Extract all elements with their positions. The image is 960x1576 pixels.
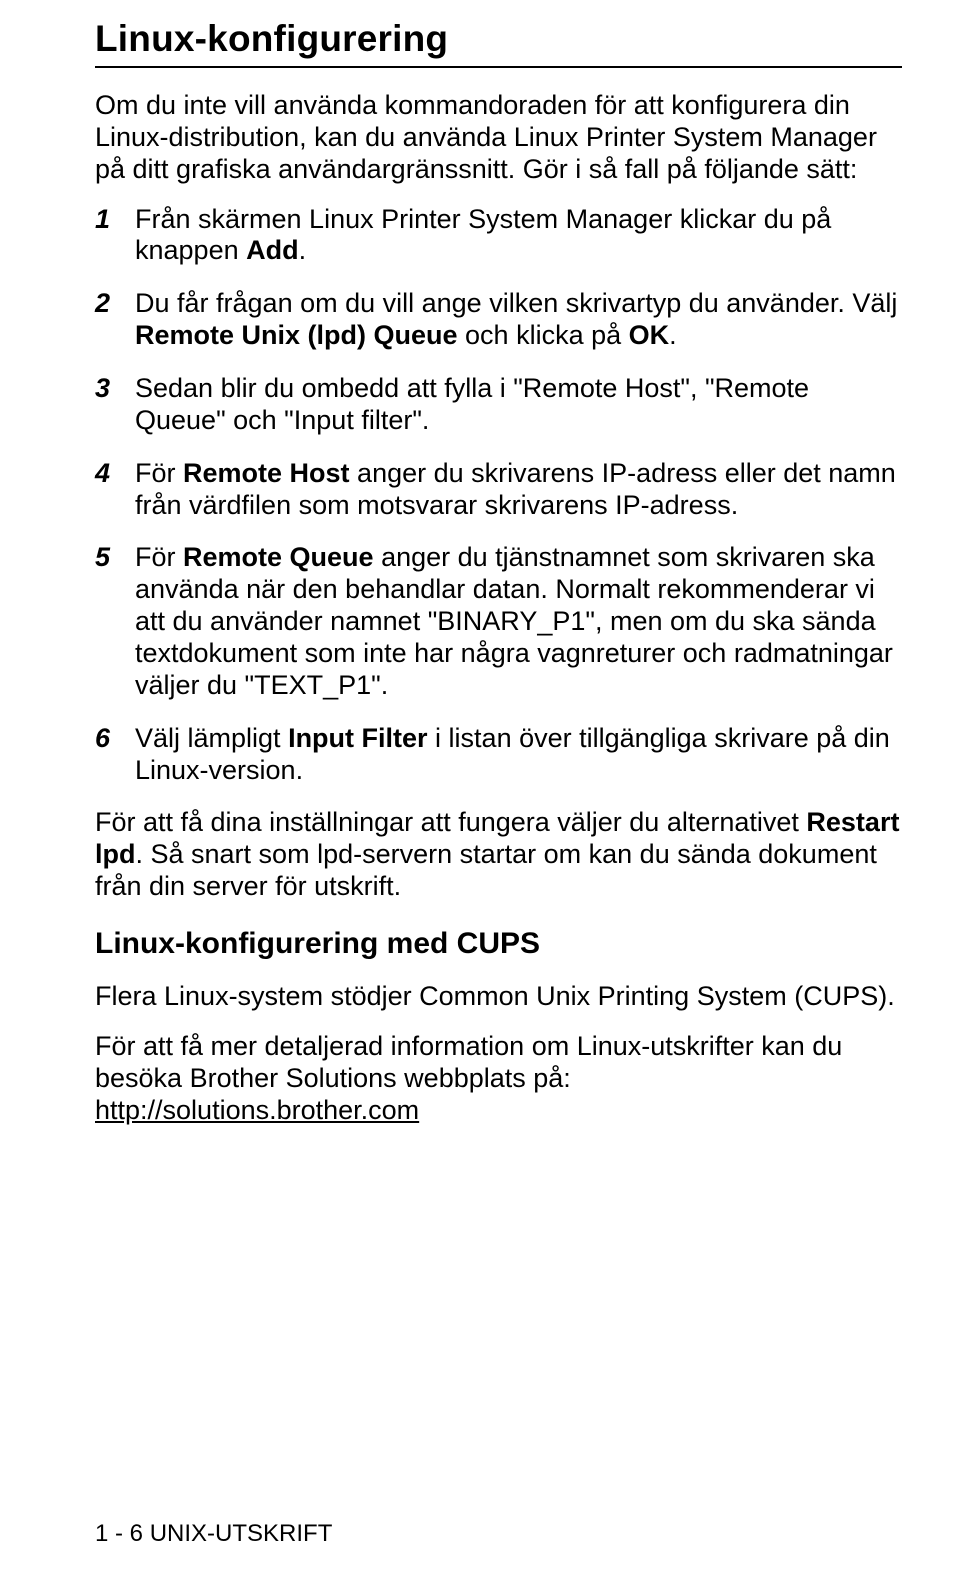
step-1: 1 Från skärmen Linux Printer System Mana…: [95, 204, 902, 268]
step-text: Du får frågan om du vill ange vilken skr…: [135, 288, 897, 318]
step-number: 1: [95, 204, 125, 236]
document-page: Linux-konfigurering Om du inte vill anvä…: [0, 0, 960, 1576]
step-number: 2: [95, 288, 125, 320]
bold-ok: OK: [629, 320, 670, 350]
steps-list: 1 Från skärmen Linux Printer System Mana…: [95, 204, 902, 787]
after-text: . Så snart som lpd-servern startar om ka…: [95, 839, 877, 901]
step-text: Från skärmen Linux Printer System Manage…: [135, 204, 831, 266]
cups-paragraph: Flera Linux-system stödjer Common Unix P…: [95, 981, 902, 1013]
bold-remote-queue: Remote Queue: [183, 542, 374, 572]
step-text: Sedan blir du ombedd att fylla i "Remote…: [135, 373, 809, 435]
link-paragraph: För att få mer detaljerad information om…: [95, 1031, 902, 1127]
after-paragraph: För att få dina inställningar att funger…: [95, 807, 902, 903]
page-title: Linux-konfigurering: [95, 18, 902, 60]
bold-remote-host: Remote Host: [183, 458, 350, 488]
step-2: 2 Du får frågan om du vill ange vilken s…: [95, 288, 902, 352]
step-number: 4: [95, 458, 125, 490]
bold-remote-unix: Remote Unix (lpd) Queue: [135, 320, 458, 350]
subheading-cups: Linux-konfigurering med CUPS: [95, 927, 902, 961]
step-number: 6: [95, 723, 125, 755]
step-text: För: [135, 458, 183, 488]
step-text: .: [669, 320, 677, 350]
link-intro-text: För att få mer detaljerad information om…: [95, 1031, 842, 1093]
bold-add: Add: [246, 235, 298, 265]
title-rule: [95, 66, 902, 68]
after-text: För att få dina inställningar att funger…: [95, 807, 806, 837]
bold-input-filter: Input Filter: [288, 723, 427, 753]
step-text: För: [135, 542, 183, 572]
step-text: .: [299, 235, 307, 265]
step-3: 3 Sedan blir du ombedd att fylla i "Remo…: [95, 373, 902, 437]
step-text: Välj lämpligt: [135, 723, 288, 753]
intro-paragraph: Om du inte vill använda kommandoraden fö…: [95, 90, 902, 186]
step-5: 5 För Remote Queue anger du tjänstnamnet…: [95, 542, 902, 701]
step-number: 5: [95, 542, 125, 574]
step-text: och klicka på: [458, 320, 629, 350]
solutions-link[interactable]: http://solutions.brother.com: [95, 1095, 419, 1125]
step-6: 6 Välj lämpligt Input Filter i listan öv…: [95, 723, 902, 787]
page-footer: 1 - 6 UNIX-UTSKRIFT: [95, 1520, 332, 1548]
step-number: 3: [95, 373, 125, 405]
step-4: 4 För Remote Host anger du skrivarens IP…: [95, 458, 902, 522]
